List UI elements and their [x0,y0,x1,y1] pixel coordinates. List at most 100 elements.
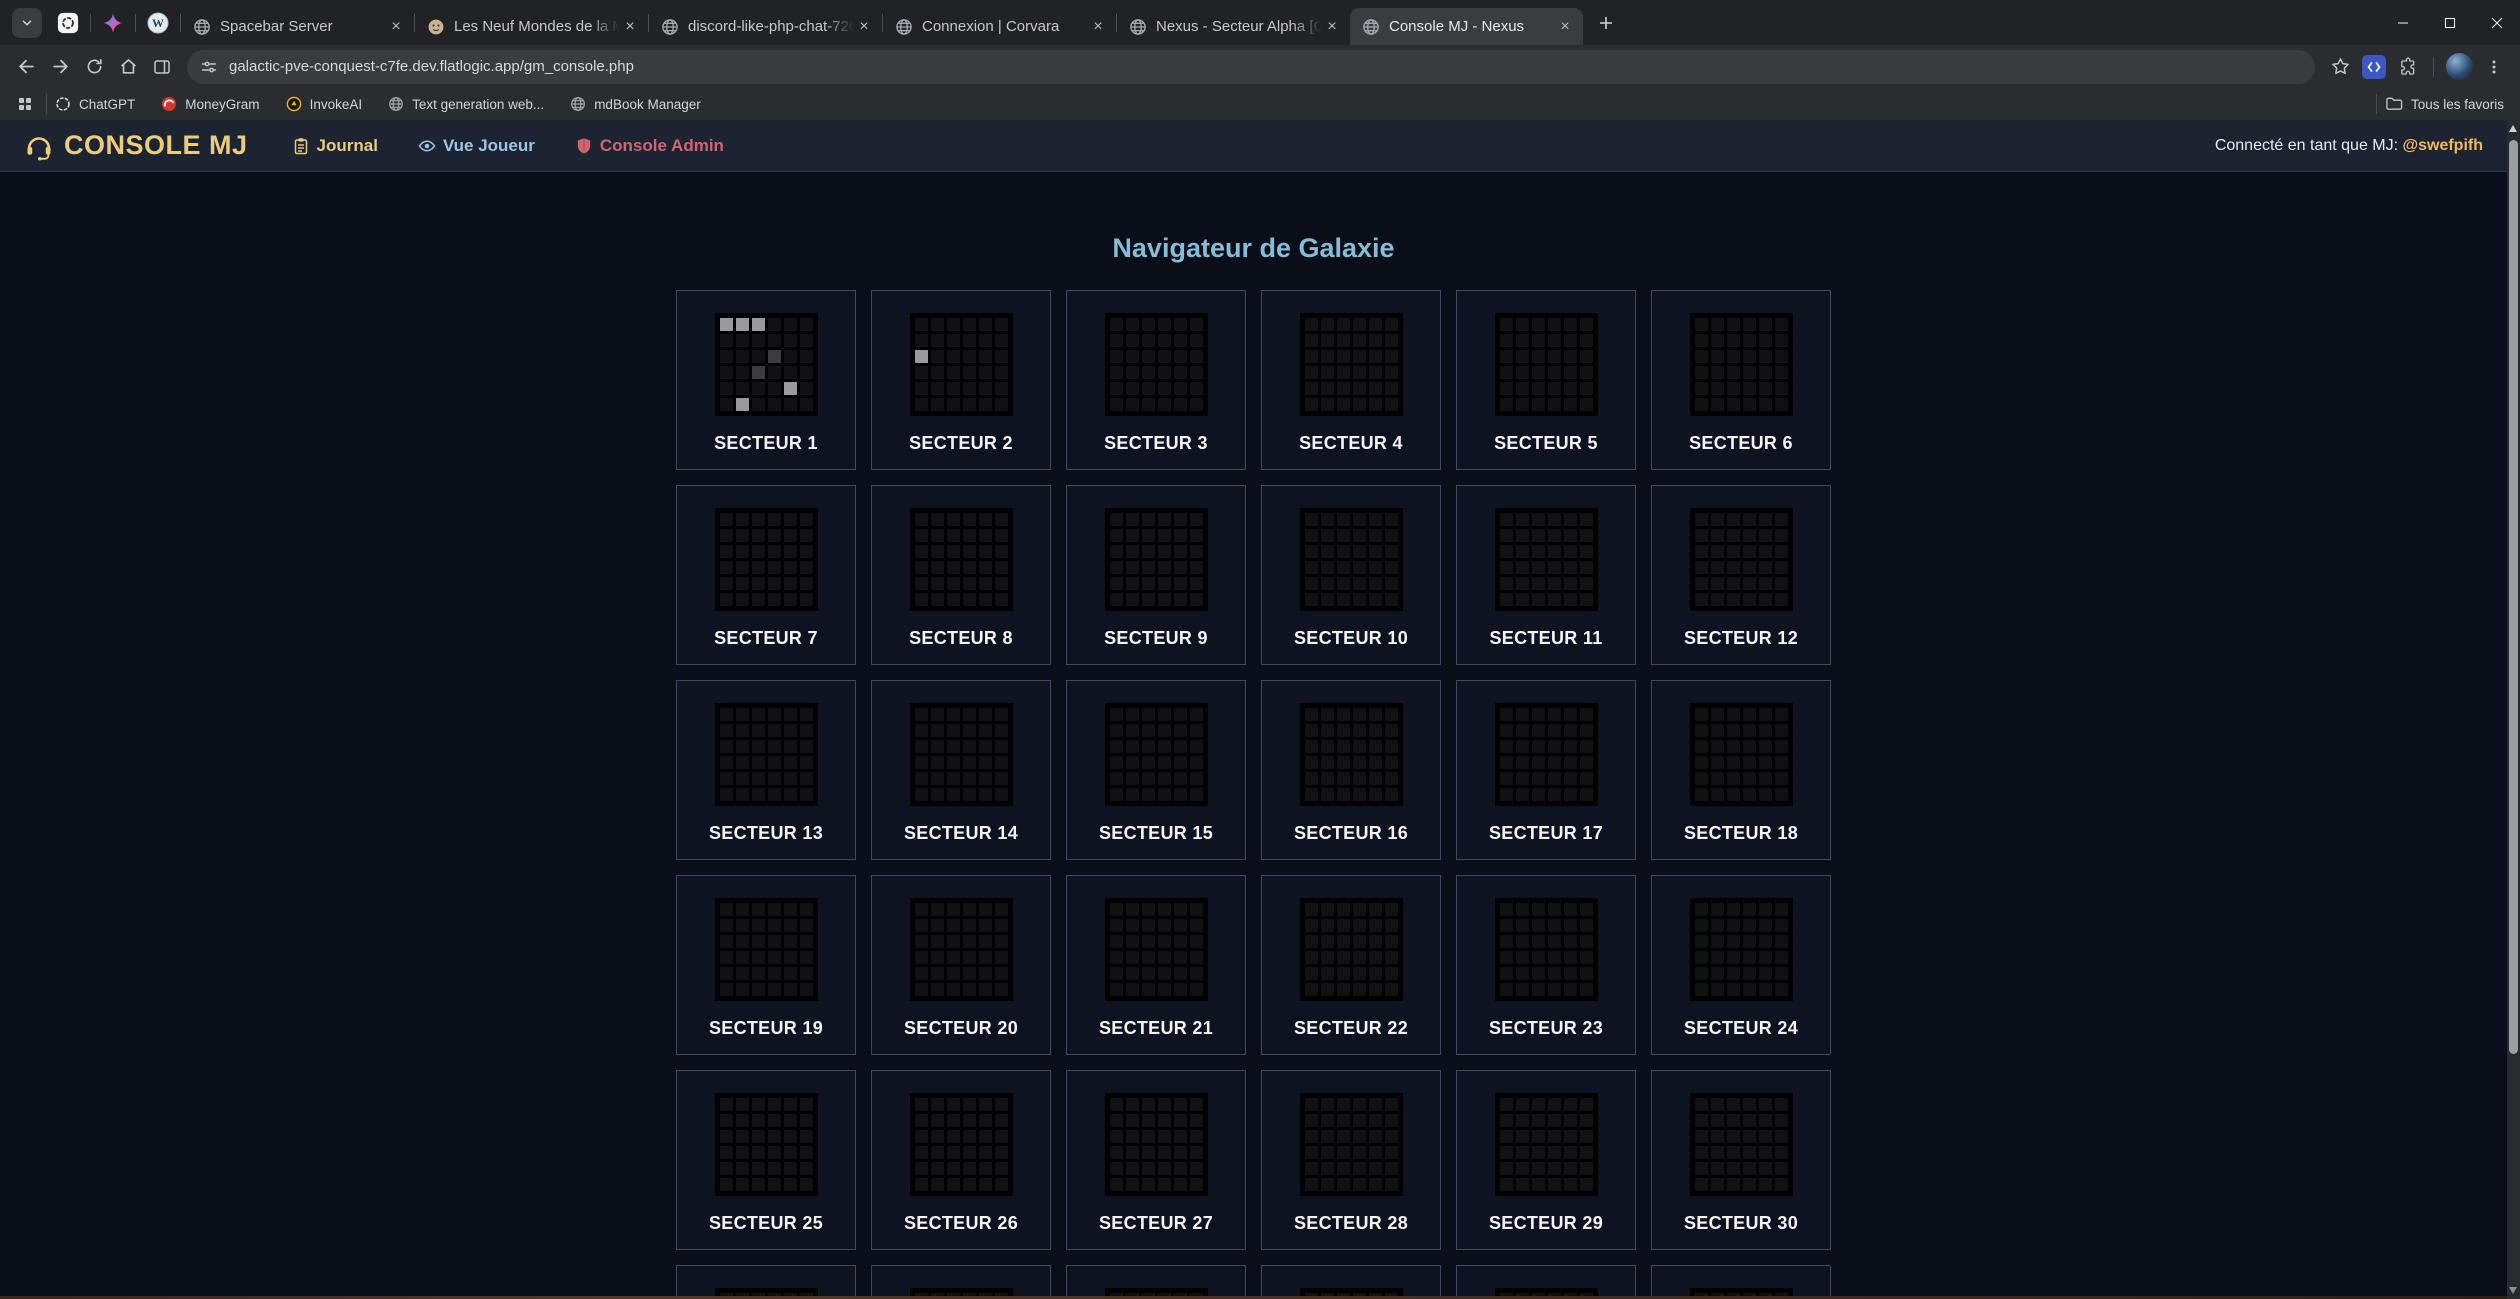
tab-close-icon[interactable]: × [620,17,640,37]
tab-close-icon[interactable]: × [1555,17,1575,37]
sector-card[interactable]: SECTEUR 21 [1066,875,1246,1055]
sector-card[interactable]: SECTEUR 11 [1456,485,1636,665]
sector-card[interactable]: SECTEUR 24 [1651,875,1831,1055]
sector-card[interactable]: SECTEUR 30 [1651,1070,1831,1250]
window-minimize-button[interactable] [2379,0,2426,45]
reload-button[interactable] [77,50,111,84]
minimap-cell [1126,935,1139,948]
apps-grid-button[interactable] [12,91,38,117]
sector-card[interactable]: SECTEUR 28 [1261,1070,1441,1250]
tab-close-icon[interactable]: × [386,17,406,37]
forward-button[interactable] [43,50,77,84]
window-maximize-button[interactable] [2426,0,2473,45]
tab-search-button[interactable] [12,8,42,38]
tab-3[interactable]: discord-like-php-chat-7262.dev × [649,8,882,45]
window-close-button[interactable] [2473,0,2520,45]
sector-card[interactable]: SECTEUR 20 [871,875,1051,1055]
sector-card[interactable]: SECTEUR 5 [1456,290,1636,470]
tab-close-icon[interactable]: × [1322,17,1342,37]
pinned-extension-icon[interactable] [2360,53,2388,81]
sector-card[interactable]: SECTEUR 2 [871,290,1051,470]
sector-card[interactable]: SECTEUR 7 [676,485,856,665]
minimap-cell [1337,318,1350,331]
home-button[interactable] [111,50,145,84]
minimap-cell [963,1162,976,1175]
tab-4[interactable]: Connexion | Corvara × [883,8,1116,45]
pinned-tab-chatgpt[interactable] [46,6,90,40]
site-info-icon[interactable] [195,53,223,81]
minimap-cell [1759,577,1772,590]
sector-card[interactable]: SECTEUR 19 [676,875,856,1055]
sector-card[interactable]: SECTEUR 22 [1261,875,1441,1055]
sector-card[interactable]: SECTEUR 16 [1261,680,1441,860]
pinned-tab-gemini[interactable] [91,6,135,40]
sector-card[interactable]: SECTEUR 14 [871,680,1051,860]
tab-close-icon[interactable]: × [1088,17,1108,37]
bookmark-item[interactable]: MoneyGram [161,96,259,112]
minimap-cell [1564,724,1577,737]
minimap-cell [784,513,797,526]
sector-card[interactable]: SECTEUR 8 [871,485,1051,665]
moneygram-icon [161,96,177,112]
sector-card[interactable]: SECTEUR 32 [871,1265,1051,1299]
tab-close-icon[interactable]: × [854,17,874,37]
sector-card[interactable]: SECTEUR 18 [1651,680,1831,860]
page-scrollbar[interactable] [2507,120,2520,1299]
sector-card[interactable]: SECTEUR 23 [1456,875,1636,1055]
sector-card[interactable]: SECTEUR 6 [1651,290,1831,470]
tab-6[interactable]: Console MJ - Nexus × [1350,8,1583,45]
minimap-cell [768,1098,781,1111]
browser-menu-button[interactable] [2477,50,2511,84]
nav-item-console-admin[interactable]: Console Admin [575,136,724,156]
sector-card[interactable]: SECTEUR 9 [1066,485,1246,665]
side-panel-button[interactable] [145,50,179,84]
sector-card[interactable]: SECTEUR 27 [1066,1070,1246,1250]
sector-card[interactable]: SECTEUR 26 [871,1070,1051,1250]
sector-card[interactable]: SECTEUR 33 [1066,1265,1246,1299]
sector-card[interactable]: SECTEUR 10 [1261,485,1441,665]
sector-card[interactable]: SECTEUR 3 [1066,290,1246,470]
extensions-button[interactable] [2391,50,2425,84]
profile-avatar[interactable] [2446,53,2473,80]
new-tab-button[interactable] [1591,8,1621,38]
sector-card[interactable]: SECTEUR 15 [1066,680,1246,860]
minimap-cell [720,1146,733,1159]
sector-card[interactable]: SECTEUR 36 [1651,1265,1831,1299]
bookmark-item[interactable]: InvokeAI [286,96,363,112]
minimap-cell [1548,577,1561,590]
sector-card[interactable]: SECTEUR 35 [1456,1265,1636,1299]
minimap-cell [1126,1114,1139,1127]
tab-5[interactable]: Nexus - Secteur Alpha [G1] × [1117,8,1350,45]
sector-label: SECTEUR 10 [1262,628,1440,649]
minimap-cell [720,1098,733,1111]
pinned-tab-wordpress[interactable]: W [136,6,180,40]
tab-2[interactable]: Les Neuf Mondes de la Mythol × [415,8,648,45]
all-bookmarks-button[interactable]: Tous les favoris [2385,95,2504,113]
back-button[interactable] [9,50,43,84]
bookmark-item[interactable]: Text generation web... [388,96,544,112]
minimap-cell [931,903,944,916]
scrollbar-up-arrow[interactable] [2509,125,2517,132]
minimap-cell [1190,756,1203,769]
sector-card[interactable]: SECTEUR 31 [676,1265,856,1299]
scrollbar-down-arrow[interactable] [2509,1287,2517,1294]
tab-1[interactable]: Spacebar Server × [181,8,414,45]
bookmark-item[interactable]: mdBook Manager [570,96,701,112]
address-bar[interactable]: galactic-pve-conquest-c7fe.dev.flatlogic… [187,50,2315,84]
sector-card[interactable]: SECTEUR 29 [1456,1070,1636,1250]
scrollbar-thumb[interactable] [2509,140,2518,1054]
globe-icon [895,18,913,36]
minimap-cell [1353,919,1366,932]
sector-card[interactable]: SECTEUR 17 [1456,680,1636,860]
sector-card[interactable]: SECTEUR 13 [676,680,856,860]
nav-item-journal[interactable]: Journal [292,136,378,156]
sector-card[interactable]: SECTEUR 25 [676,1070,856,1250]
sector-card[interactable]: SECTEUR 4 [1261,290,1441,470]
bookmark-star-button[interactable] [2323,50,2357,84]
nav-item-vue-joueur[interactable]: Vue Joueur [418,136,535,156]
sector-card[interactable]: SECTEUR 12 [1651,485,1831,665]
sector-card[interactable]: SECTEUR 1 [676,290,856,470]
sector-card[interactable]: SECTEUR 34 [1261,1265,1441,1299]
sector-minimap [1495,703,1598,806]
bookmark-item[interactable]: ChatGPT [55,96,135,112]
